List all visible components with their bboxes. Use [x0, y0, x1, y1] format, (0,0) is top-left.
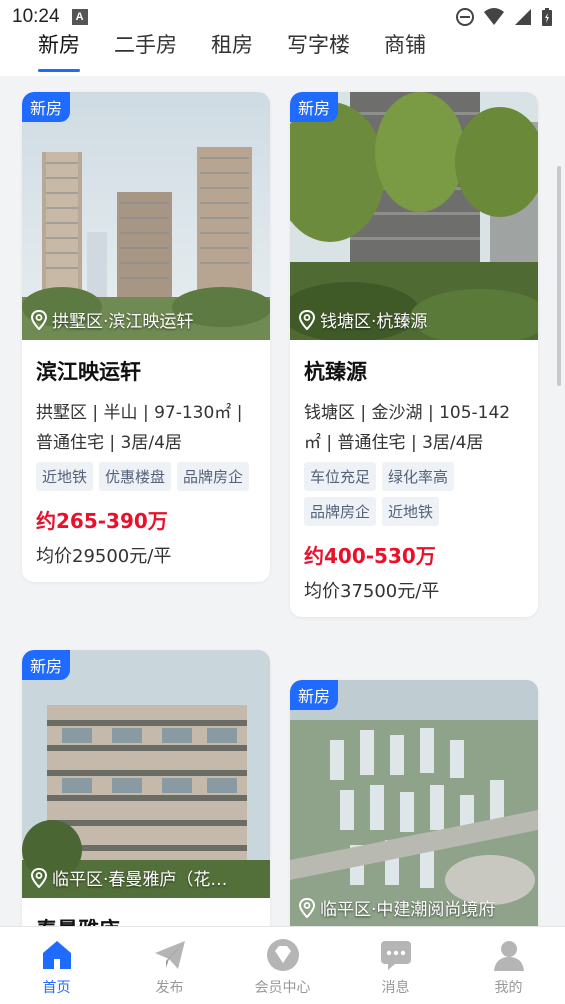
listing-photo: 新房 临平区·中建潮阅尚境府 [290, 680, 538, 926]
listing-feed[interactable]: 新房 拱墅区·滨江映运轩 滨江映运轩 拱墅区 | 半山 | 97-130㎡ | … [0, 76, 565, 926]
listing-tags: 车位充足 绿化率高 品牌房企 近地铁 [304, 462, 524, 532]
diamond-icon [266, 939, 299, 971]
listing-photo: 新房 钱塘区·杭臻源 [290, 92, 538, 340]
nav-label: 首页 [42, 980, 71, 996]
listing-average-price: 均价29500元/平 [36, 546, 172, 567]
tab-new-house[interactable]: 新房 [38, 30, 80, 72]
nav-label: 我的 [494, 980, 523, 996]
nav-mine[interactable]: 我的 [452, 927, 565, 1004]
listing-photo-image [22, 650, 270, 898]
new-house-badge: 新房 [290, 680, 339, 710]
category-tabs: 新房 二手房 租房 写字楼 商铺 [0, 30, 565, 76]
signal-icon [515, 9, 531, 25]
listing-card[interactable]: 新房 临平区·春曼雅庐（花… 春曼雅庐 [22, 650, 270, 926]
location-pin-icon [298, 309, 316, 330]
listing-title: 杭臻源 [304, 360, 367, 384]
listing-tag: 品牌房企 [177, 462, 250, 491]
listing-tag: 车位充足 [304, 462, 377, 491]
message-icon [380, 941, 411, 970]
location-text: 钱塘区·杭臻源 [320, 312, 428, 332]
location-pin-icon [30, 867, 48, 888]
notification-a-icon: A [71, 9, 88, 25]
listing-photo: 新房 拱墅区·滨江映运轩 [22, 92, 270, 340]
tab-shop[interactable]: 商铺 [384, 30, 426, 72]
new-house-badge: 新房 [22, 650, 71, 680]
tab-office[interactable]: 写字楼 [287, 30, 350, 72]
listing-location: 钱塘区·杭臻源 [298, 307, 530, 332]
nav-label: 消息 [381, 980, 410, 996]
nav-label: 发布 [155, 980, 184, 996]
location-text: 拱墅区·滨江映运轩 [52, 312, 194, 332]
location-text: 临平区·中建潮阅尚境府 [320, 900, 496, 920]
listing-title: 春曼雅庐 [36, 914, 256, 926]
nav-publish[interactable]: 发布 [113, 927, 226, 1004]
nav-label: 会员中心 [254, 980, 311, 996]
nav-messages[interactable]: 消息 [339, 927, 452, 1004]
listing-photo-image [290, 680, 538, 926]
listing-photo-image [290, 92, 538, 340]
listing-card[interactable]: 新房 临平区·中建潮阅尚境府 [290, 680, 538, 926]
wifi-icon [484, 8, 504, 25]
status-time: 10:24 [12, 6, 60, 27]
listing-description: 拱墅区 | 半山 | 97-130㎡ | 普通住宅 | 3居/4居 [36, 403, 243, 453]
listing-title: 滨江映运轩 [36, 360, 141, 384]
listing-location: 临平区·中建潮阅尚境府 [298, 895, 530, 920]
listing-tag: 绿化率高 [382, 462, 455, 491]
nav-home[interactable]: 首页 [0, 927, 113, 1004]
status-icons [455, 7, 553, 27]
listing-location: 拱墅区·滨江映运轩 [30, 307, 262, 332]
bottom-nav: 首页 发布 会员中心 消息 我的 [0, 926, 565, 1004]
do-not-disturb-icon [456, 8, 474, 26]
user-icon [493, 941, 524, 971]
listing-description: 钱塘区 | 金沙湖 | 105-142㎡ | 普通住宅 | 3居/4居 [304, 403, 511, 453]
paper-plane-icon [154, 941, 185, 969]
listing-location: 临平区·春曼雅庐（花… [30, 865, 262, 890]
listing-tag: 近地铁 [382, 497, 440, 526]
listing-tag: 品牌房企 [304, 497, 377, 526]
listing-photo-image [22, 92, 270, 340]
tab-rental[interactable]: 租房 [211, 30, 253, 72]
nav-member-center[interactable]: 会员中心 [226, 927, 339, 1004]
location-pin-icon [298, 897, 316, 918]
location-text: 临平区·春曼雅庐（花… [52, 870, 228, 890]
battery-icon [542, 8, 552, 26]
listing-average-price: 均价37500元/平 [304, 581, 440, 602]
listing-card[interactable]: 新房 钱塘区·杭臻源 杭臻源 钱塘区 | 金沙湖 | 105-142㎡ | 普通… [290, 92, 538, 617]
home-icon [42, 941, 71, 969]
new-house-badge: 新房 [290, 92, 339, 122]
listing-tag: 近地铁 [36, 462, 94, 491]
listing-photo: 新房 临平区·春曼雅庐（花… [22, 650, 270, 898]
status-bar: 10:24 A [0, 0, 565, 34]
location-pin-icon [30, 309, 48, 330]
scrollbar[interactable] [557, 166, 561, 386]
listing-price: 约400-530万 [304, 544, 436, 568]
listing-tags: 近地铁 优惠楼盘 品牌房企 [36, 462, 256, 497]
new-house-badge: 新房 [22, 92, 71, 122]
listing-card[interactable]: 新房 拱墅区·滨江映运轩 滨江映运轩 拱墅区 | 半山 | 97-130㎡ | … [22, 92, 270, 582]
tab-second-hand[interactable]: 二手房 [114, 30, 177, 72]
listing-tag: 优惠楼盘 [99, 462, 172, 491]
listing-price: 约265-390万 [36, 509, 168, 533]
